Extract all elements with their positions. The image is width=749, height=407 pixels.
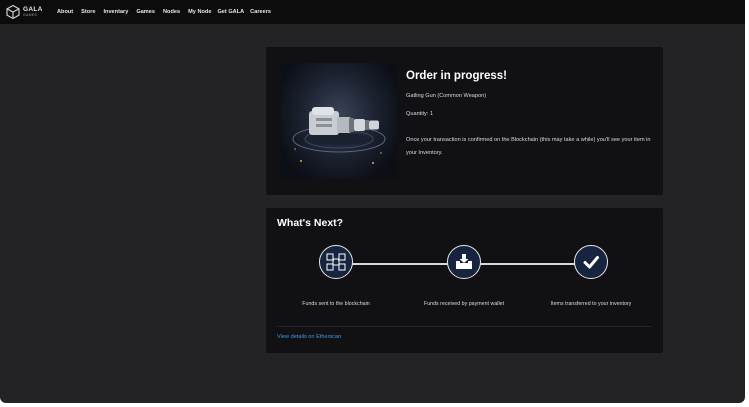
card-divider	[277, 326, 652, 327]
step-wallet	[447, 245, 481, 279]
nav-get-gala[interactable]: Get GALA	[217, 9, 244, 15]
order-message: Once your transaction is confirmed on th…	[406, 137, 651, 156]
etherscan-link[interactable]: View details on Etherscan	[277, 334, 341, 340]
product-image	[281, 63, 397, 179]
gatling-gun-image	[292, 107, 386, 164]
order-title: Order in progress!	[406, 70, 507, 82]
blockchain-icon	[326, 253, 346, 271]
gala-logo[interactable]: GALA GAMES	[5, 4, 55, 20]
app-frame: GALA GAMES About Store Inventary Games N…	[0, 0, 745, 403]
nav-games[interactable]: Games	[136, 9, 155, 15]
nav-about[interactable]: About	[57, 9, 73, 15]
whats-next-card: What's Next? Funds sent to the blockchai…	[266, 208, 663, 353]
nav-my-node[interactable]: My Node	[188, 9, 211, 15]
step-label-blockchain: Funds sent to the blockchain	[302, 301, 370, 307]
nav-inventary[interactable]: Inventary	[103, 9, 128, 15]
logo-line2: GAMES	[23, 12, 38, 17]
top-navbar: GALA GAMES About Store Inventary Games N…	[0, 0, 745, 24]
step-label-inventory: Items transferred to your inventory	[550, 301, 632, 307]
order-card: Order in progress! Gatling Gun (Common W…	[266, 47, 663, 195]
step-blockchain	[319, 245, 353, 279]
whats-next-title: What's Next?	[277, 217, 344, 229]
nav-store[interactable]: Store	[81, 9, 95, 15]
checkmark-icon	[583, 256, 599, 269]
step-label-wallet: Funds received by payment wallet	[423, 301, 505, 307]
gala-cube-icon	[6, 4, 20, 20]
order-quantity: Quantity: 1	[406, 111, 434, 117]
step-inventory	[574, 245, 608, 279]
download-tray-icon	[456, 254, 472, 269]
nav-nodes[interactable]: Nodes	[163, 9, 180, 15]
nav-careers[interactable]: Careers	[250, 9, 271, 15]
order-item-name: Gatling Gun (Common Weapon)	[406, 93, 487, 99]
